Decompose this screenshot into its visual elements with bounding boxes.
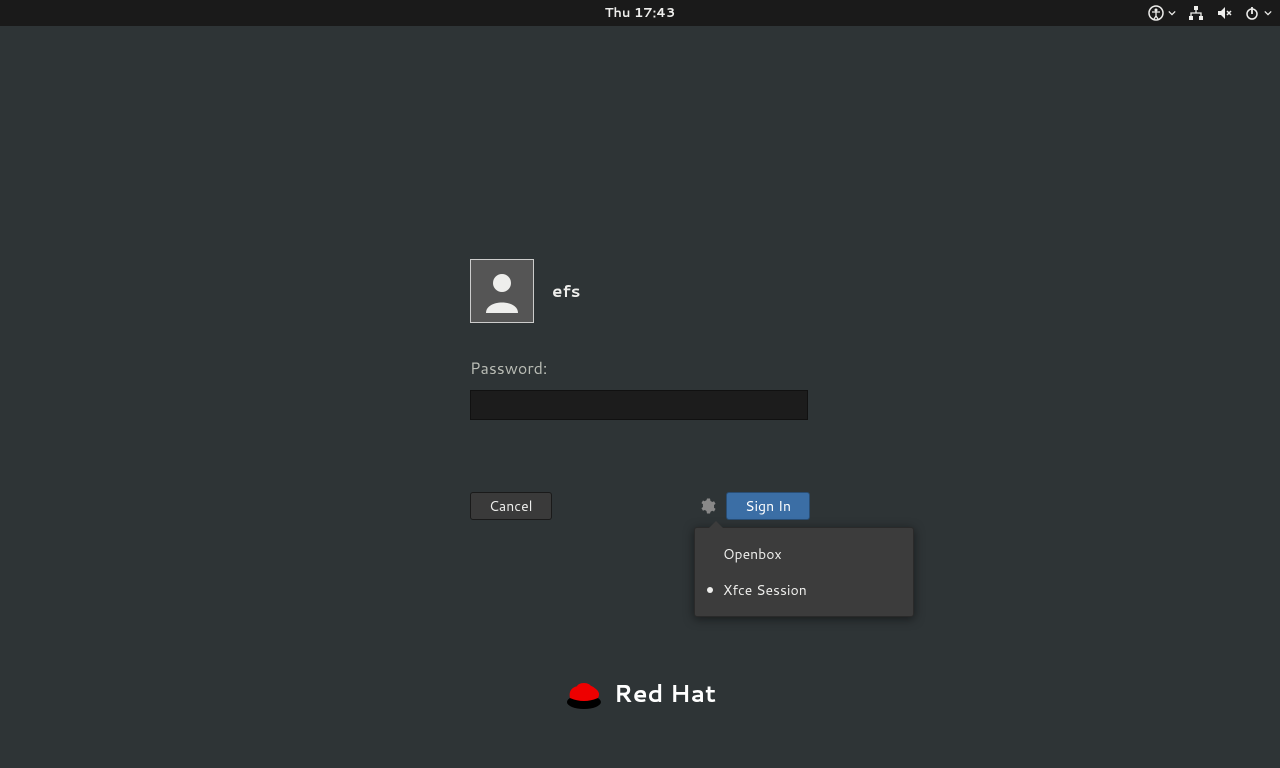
session-item-label: Xfce Session bbox=[723, 580, 807, 600]
gear-icon bbox=[698, 497, 716, 515]
power-menu[interactable] bbox=[1244, 5, 1272, 21]
user-row: efs bbox=[470, 259, 810, 323]
status-icons bbox=[1148, 5, 1272, 21]
username-label: efs bbox=[552, 279, 580, 303]
cancel-button[interactable]: Cancel bbox=[470, 492, 552, 520]
branding: Red Hat bbox=[564, 676, 716, 710]
selected-indicator-icon bbox=[707, 587, 713, 593]
brand-text: Red Hat bbox=[614, 676, 716, 710]
signin-button[interactable]: Sign In bbox=[726, 492, 810, 520]
redhat-logo-icon bbox=[564, 676, 604, 710]
top-bar: Thu 17:43 bbox=[0, 0, 1280, 26]
button-row: Cancel Sign In bbox=[470, 492, 810, 520]
password-input[interactable] bbox=[470, 390, 808, 420]
chevron-down-icon bbox=[1168, 9, 1176, 17]
user-avatar bbox=[470, 259, 534, 323]
volume-muted-icon[interactable] bbox=[1216, 5, 1232, 21]
session-menu: Openbox Xfce Session bbox=[694, 527, 914, 617]
clock: Thu 17:43 bbox=[605, 4, 676, 22]
session-item-xfce[interactable]: Xfce Session bbox=[695, 572, 913, 608]
session-item-label: Openbox bbox=[723, 544, 782, 564]
session-item-openbox[interactable]: Openbox bbox=[695, 536, 913, 572]
login-panel: efs Password: bbox=[470, 259, 810, 420]
password-label: Password: bbox=[470, 357, 810, 380]
network-icon[interactable] bbox=[1188, 5, 1204, 21]
session-selector-button[interactable] bbox=[698, 497, 716, 515]
chevron-down-icon bbox=[1264, 9, 1272, 17]
power-icon bbox=[1244, 5, 1260, 21]
accessibility-icon bbox=[1148, 5, 1164, 21]
accessibility-menu[interactable] bbox=[1148, 5, 1176, 21]
person-icon bbox=[478, 267, 526, 315]
